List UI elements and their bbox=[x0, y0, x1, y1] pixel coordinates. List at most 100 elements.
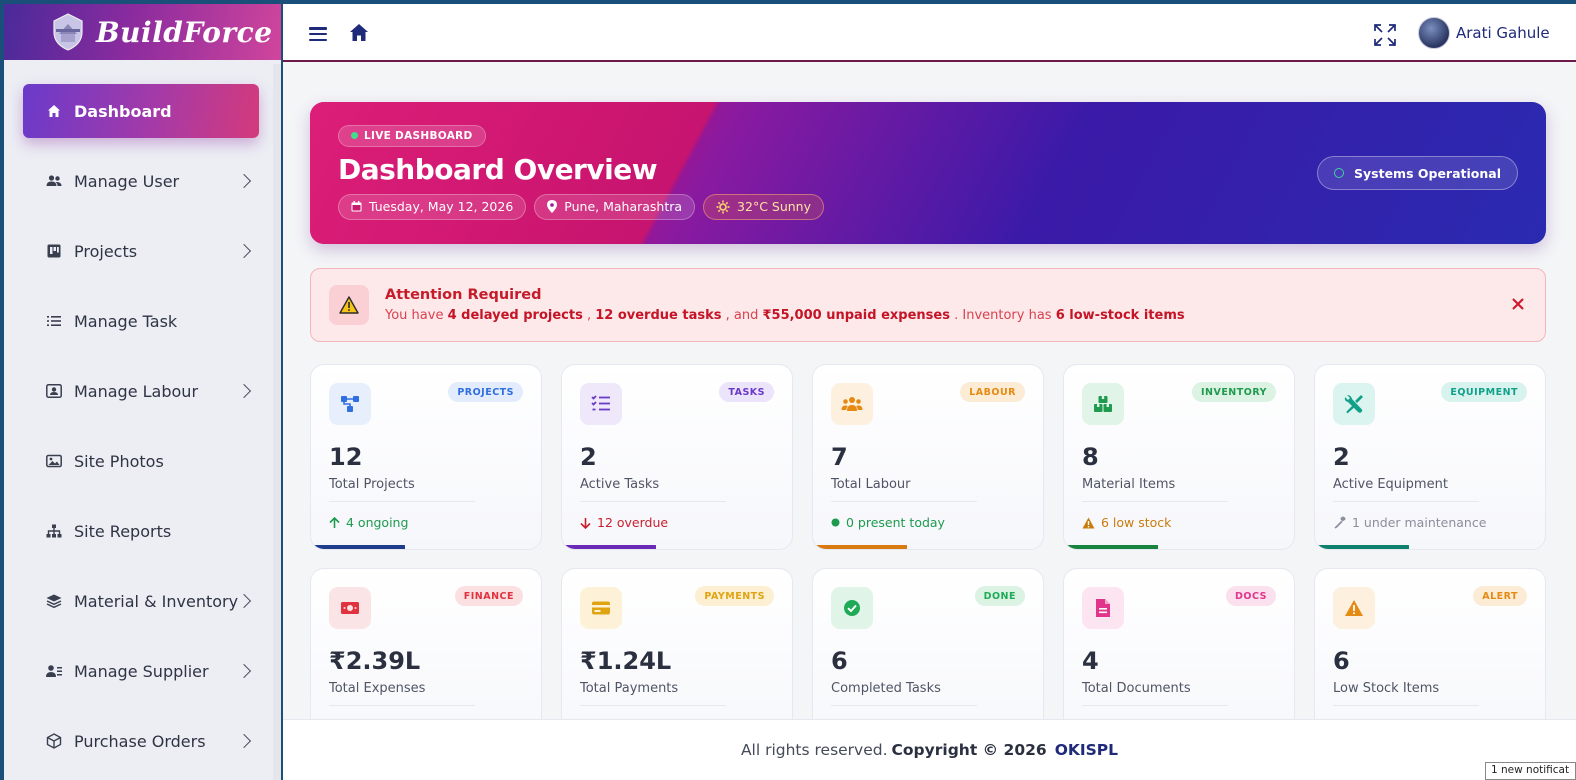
stat-card-equipment[interactable]: EQUIPMENT 2 Active Equipment 1 under mai… bbox=[1314, 364, 1546, 550]
dashboard-content: LIVE DASHBOARD Dashboard Overview Tuesda… bbox=[283, 62, 1576, 754]
card-label: Total Labour bbox=[831, 477, 911, 492]
sidebar-item-label: Dashboard bbox=[74, 101, 172, 121]
hamburger-menu-icon[interactable] bbox=[309, 27, 327, 41]
card-value: 7 bbox=[831, 443, 848, 471]
people-icon bbox=[831, 383, 873, 425]
weather-text: 32°C Sunny bbox=[737, 199, 812, 214]
close-icon[interactable] bbox=[1511, 296, 1527, 312]
card-tag: DONE bbox=[974, 586, 1025, 606]
sidebar-item-label: Projects bbox=[74, 241, 138, 261]
stat-card-projects[interactable]: PROJECTS 12 Total Projects 4 ongoing bbox=[310, 364, 542, 550]
wrench-icon bbox=[1333, 516, 1352, 529]
sidebar-item-manage-user[interactable]: Manage User bbox=[23, 153, 259, 209]
checklist-icon bbox=[580, 383, 622, 425]
systems-status-button[interactable]: Systems Operational bbox=[1317, 156, 1518, 190]
document-icon bbox=[1082, 587, 1124, 629]
sidebar-item-label: Manage Task bbox=[74, 311, 178, 331]
image-icon bbox=[46, 453, 62, 469]
chevron-right-icon bbox=[236, 243, 252, 259]
sitemap-icon bbox=[46, 523, 62, 539]
sidebar-item-manage-task[interactable]: Manage Task bbox=[23, 293, 259, 349]
user-menu[interactable]: Arati Gahule bbox=[1418, 17, 1550, 49]
card-footer-text: 4 ongoing bbox=[346, 515, 409, 530]
home-icon[interactable] bbox=[349, 22, 369, 42]
alert-title: Attention Required bbox=[385, 287, 542, 303]
card-value: 8 bbox=[1082, 443, 1099, 471]
card-divider bbox=[580, 501, 726, 502]
card-accent-bar bbox=[1315, 545, 1409, 549]
notification-toast[interactable]: 1 new notificat bbox=[1485, 762, 1576, 780]
card-label: Total Documents bbox=[1082, 681, 1191, 696]
date-text: Tuesday, May 12, 2026 bbox=[369, 199, 514, 214]
chevron-right-icon bbox=[236, 593, 252, 609]
sidebar-nav: Dashboard Manage User Projects Manage Ta… bbox=[4, 60, 281, 769]
overdue-tasks-link: 12 overdue tasks bbox=[595, 308, 722, 323]
stat-cards: PROJECTS 12 Total Projects 4 ongoing TAS… bbox=[310, 364, 1546, 754]
card-divider bbox=[329, 501, 475, 502]
stat-card-labour[interactable]: LABOUR 7 Total Labour 0 present today bbox=[812, 364, 1044, 550]
avatar[interactable] bbox=[1418, 17, 1450, 49]
sidebar-item-label: Manage User bbox=[74, 171, 180, 191]
card-footer: 1 under maintenance bbox=[1333, 515, 1527, 530]
sidebar-item-dashboard[interactable]: Dashboard bbox=[23, 84, 259, 138]
live-dot-icon bbox=[351, 132, 358, 139]
sidebar-item-label: Material & Inventory bbox=[74, 591, 239, 611]
card-divider bbox=[329, 705, 475, 706]
sidebar: BuildForce Dashboard Manage User Project… bbox=[4, 4, 281, 780]
attention-alert: Attention Required You have 4 delayed pr… bbox=[310, 268, 1546, 342]
card-divider bbox=[580, 705, 726, 706]
card-value: 6 bbox=[1333, 647, 1350, 675]
brand-header[interactable]: BuildForce bbox=[4, 4, 281, 60]
project-nodes-icon bbox=[329, 383, 371, 425]
card-divider bbox=[1082, 501, 1228, 502]
boxes-icon bbox=[1082, 383, 1124, 425]
alert-message: You have 4 delayed projects , 12 overdue… bbox=[385, 308, 1185, 323]
card-tag: DOCS bbox=[1226, 586, 1276, 606]
sidebar-item-projects[interactable]: Projects bbox=[23, 223, 259, 279]
sidebar-item-site-photos[interactable]: Site Photos bbox=[23, 433, 259, 489]
card-icon bbox=[580, 587, 622, 629]
footer-copyright: Copyright © 2026 bbox=[891, 741, 1047, 759]
card-divider bbox=[1082, 705, 1228, 706]
layers-icon bbox=[46, 593, 62, 609]
footer-text: All rights reserved. bbox=[740, 741, 888, 759]
card-label: Material Items bbox=[1082, 477, 1176, 492]
sidebar-item-purchase-orders[interactable]: Purchase Orders bbox=[23, 713, 259, 769]
sidebar-item-manage-supplier[interactable]: Manage Supplier bbox=[23, 643, 259, 699]
stat-card-tasks[interactable]: TASKS 2 Active Tasks 12 overdue bbox=[561, 364, 793, 550]
sidebar-item-label: Purchase Orders bbox=[74, 731, 206, 751]
chevron-right-icon bbox=[236, 733, 252, 749]
sidebar-item-site-reports[interactable]: Site Reports bbox=[23, 503, 259, 559]
home-icon bbox=[46, 103, 62, 119]
card-tag: INVENTORY bbox=[1191, 382, 1276, 402]
card-accent-bar bbox=[562, 545, 656, 549]
sidebar-item-material-inventory[interactable]: Material & Inventory bbox=[23, 573, 259, 629]
low-stock-link: 6 low-stock items bbox=[1055, 308, 1185, 323]
list-icon bbox=[46, 313, 62, 329]
card-tag: LABOUR bbox=[960, 382, 1025, 402]
arrow-up-icon bbox=[329, 516, 346, 529]
card-accent-bar bbox=[311, 545, 405, 549]
chevron-right-icon bbox=[236, 383, 252, 399]
stat-card-inventory[interactable]: INVENTORY 8 Material Items 6 low stock bbox=[1063, 364, 1295, 550]
card-divider bbox=[831, 501, 977, 502]
card-footer: 4 ongoing bbox=[329, 515, 523, 530]
systems-status-label: Systems Operational bbox=[1354, 165, 1501, 181]
footer-org-link[interactable]: OKISPL bbox=[1055, 741, 1118, 759]
card-label: Total Projects bbox=[329, 477, 415, 492]
card-value: 6 bbox=[831, 647, 848, 675]
sidebar-item-manage-labour[interactable]: Manage Labour bbox=[23, 363, 259, 419]
project-board-icon bbox=[46, 243, 62, 259]
card-value: ₹2.39L bbox=[329, 647, 421, 675]
fullscreen-expand-icon[interactable] bbox=[1373, 23, 1397, 47]
card-value: ₹1.24L bbox=[580, 647, 672, 675]
footer: All rights reserved. Copyright © 2026 OK… bbox=[283, 719, 1576, 780]
alert-triangle-icon bbox=[1333, 587, 1375, 629]
alert-msg-part: You have bbox=[385, 308, 448, 323]
delayed-projects-link: 4 delayed projects bbox=[447, 308, 583, 323]
card-tag: TASKS bbox=[719, 382, 774, 402]
live-badge-label: LIVE DASHBOARD bbox=[364, 129, 473, 142]
alert-msg-part: , and bbox=[721, 308, 763, 323]
users-icon bbox=[46, 173, 62, 189]
box-icon bbox=[46, 733, 62, 749]
